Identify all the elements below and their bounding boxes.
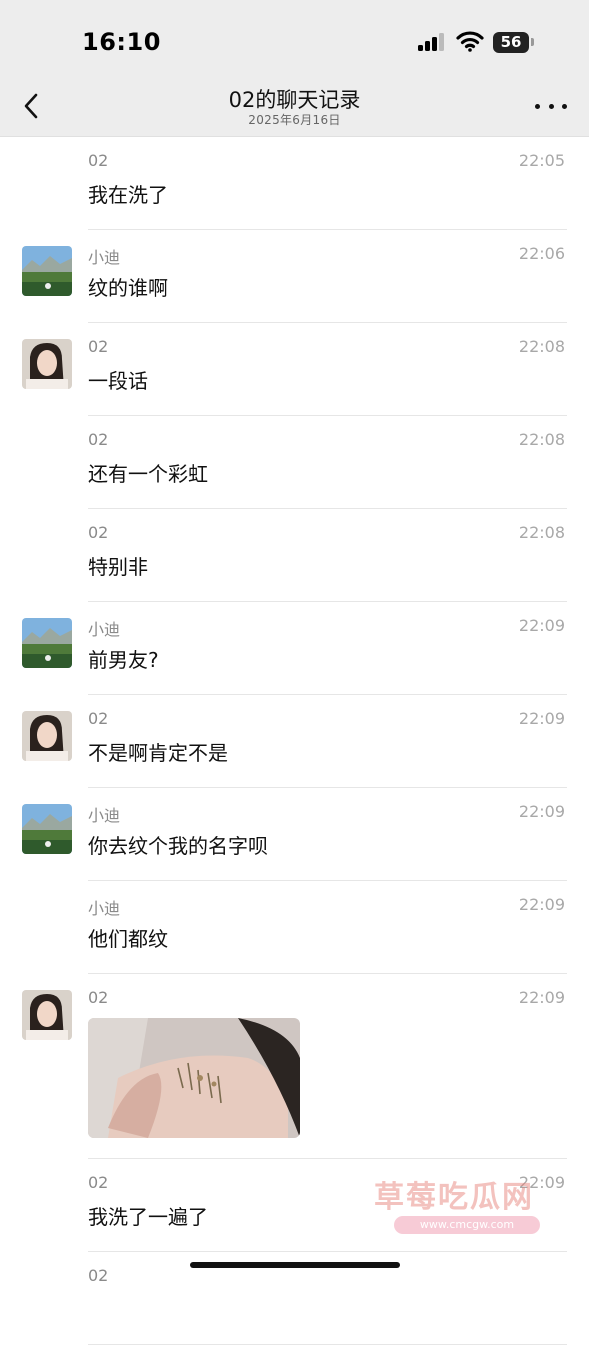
avatar-xiaodi[interactable]	[22, 804, 72, 854]
battery-cap	[531, 38, 534, 46]
message-sender: 02	[88, 337, 109, 356]
message-sender: 小迪	[88, 899, 121, 918]
message-photo[interactable]	[88, 1018, 300, 1138]
message-sender: 02	[88, 1173, 109, 1192]
avatar-02[interactable]	[22, 339, 72, 389]
message-row[interactable]: 02 22:05 我在洗了	[0, 137, 589, 230]
message-time: 22:08	[518, 430, 565, 449]
message-text: 纹的谁啊	[88, 276, 168, 300]
message-time: 22:09	[518, 616, 565, 635]
status-time: 16:10	[82, 28, 161, 56]
message-row[interactable]: 小迪 22:06 纹的谁啊	[0, 230, 589, 323]
message-sender: 02	[88, 1266, 109, 1285]
message-time: 22:08	[518, 337, 565, 356]
landscape-avatar-icon	[22, 618, 72, 668]
message-sender: 02	[88, 988, 109, 1007]
message-row[interactable]: 小迪 22:09 你去纹个我的名字呗	[0, 788, 589, 881]
avatar-02[interactable]	[22, 990, 72, 1040]
message-text: 我洗了一遍了	[88, 1205, 208, 1229]
cellular-signal-icon	[418, 33, 446, 51]
status-bar: 16:10 56	[0, 0, 589, 78]
message-time: 22:09	[518, 895, 565, 914]
landscape-avatar-icon	[22, 804, 72, 854]
message-time: 22:08	[518, 523, 565, 542]
message-row[interactable]: 02 22:08 还有一个彩虹	[0, 416, 589, 509]
message-text: 特别非	[88, 555, 148, 579]
avatar-xiaodi[interactable]	[22, 618, 72, 668]
message-sender: 小迪	[88, 248, 121, 267]
portrait-avatar-icon	[22, 339, 72, 389]
portrait-avatar-icon	[22, 990, 72, 1040]
wifi-icon	[456, 31, 484, 52]
tattoo-photo-image	[88, 1018, 300, 1138]
message-time: 22:09	[518, 988, 565, 1007]
message-time: 22:05	[518, 151, 565, 170]
message-sender: 小迪	[88, 620, 121, 639]
message-sender: 02	[88, 523, 109, 542]
message-row[interactable]: 02 22:08 特别非	[0, 509, 589, 602]
message-text: 他们都纹	[88, 927, 168, 951]
more-options-button[interactable]	[535, 94, 567, 118]
message-time: 22:09	[518, 802, 565, 821]
message-time: 22:06	[518, 244, 565, 263]
avatar-02[interactable]	[22, 711, 72, 761]
message-row[interactable]: 02 22:08 一段话	[0, 323, 589, 416]
message-sender: 02	[88, 430, 109, 449]
message-row[interactable]: 小迪 22:09 他们都纹	[0, 881, 589, 974]
message-text: 我在洗了	[88, 183, 168, 207]
message-time: 22:09	[518, 709, 565, 728]
portrait-avatar-icon	[22, 711, 72, 761]
message-sender: 小迪	[88, 806, 121, 825]
message-row[interactable]: 02 22:09 不是啊肯定不是	[0, 695, 589, 788]
landscape-avatar-icon	[22, 246, 72, 296]
more-dots-icon	[535, 103, 540, 109]
message-text: 前男友?	[88, 648, 159, 672]
nav-bar: 02的聊天记录 2025年6月16日	[0, 78, 589, 137]
home-indicator[interactable]	[190, 1262, 400, 1268]
message-sender: 02	[88, 709, 109, 728]
watermark-url: www.cmcgw.com	[394, 1216, 540, 1234]
avatar-xiaodi[interactable]	[22, 246, 72, 296]
message-row[interactable]: 小迪 22:09 前男友?	[0, 602, 589, 695]
message-text: 一段话	[88, 369, 148, 393]
chat-history-list[interactable]: 02 22:05 我在洗了 小迪 22:06 纹的谁啊 02 22:08 一段话…	[0, 137, 589, 1345]
message-text: 还有一个彩虹	[88, 462, 208, 486]
battery-icon: 56	[493, 32, 529, 53]
message-sender: 02	[88, 151, 109, 170]
message-text: 不是啊肯定不是	[88, 741, 228, 765]
page-subtitle-date: 2025年6月16日	[248, 113, 341, 127]
page-title: 02的聊天记录	[228, 88, 361, 112]
message-row-image[interactable]: 02 22:09	[0, 974, 589, 1159]
message-text: 你去纹个我的名字呗	[88, 834, 268, 858]
watermark-logo-text: 草莓吃瓜网	[374, 1180, 534, 1215]
